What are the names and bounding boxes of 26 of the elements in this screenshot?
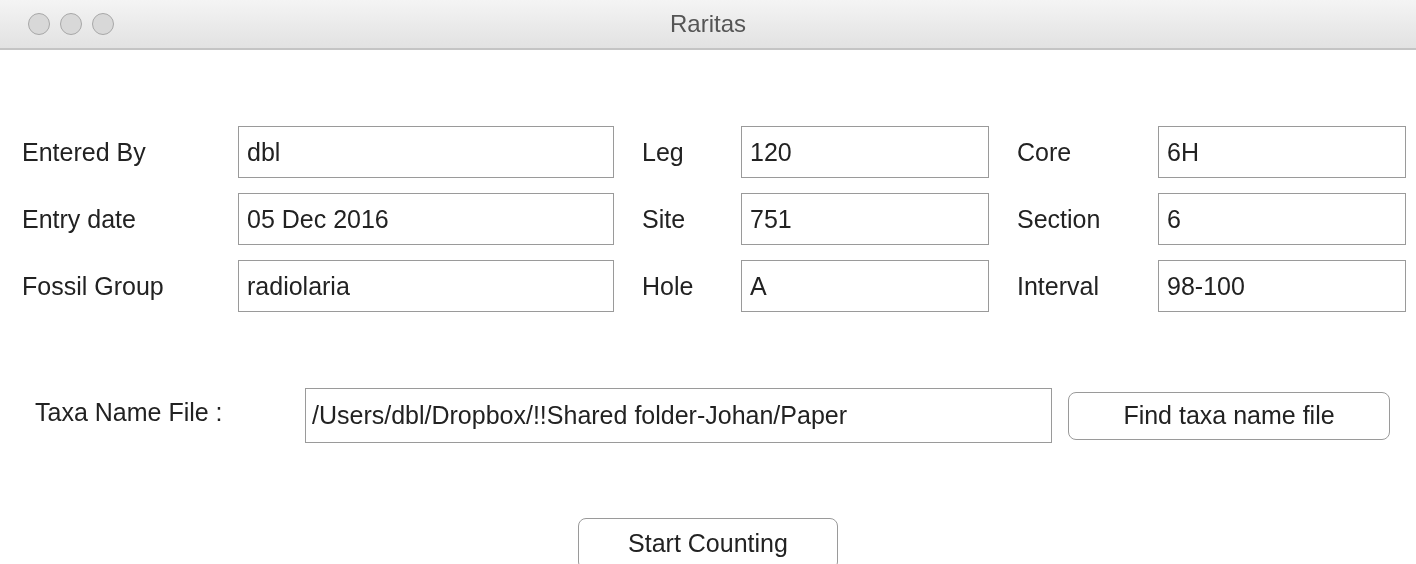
window-title: Raritas	[670, 9, 746, 39]
text-field[interactable]: 751	[741, 193, 989, 245]
text-field[interactable]: 6	[1158, 193, 1406, 245]
text-field[interactable]: 05 Dec 2016	[238, 193, 614, 245]
window-control-icon[interactable]	[92, 13, 114, 35]
text-field[interactable]: radiolaria	[238, 260, 614, 312]
text-field[interactable]: 98-100	[1158, 260, 1406, 312]
file-path-field[interactable]: /Users/dbl/Dropbox/!!Shared folder-Johan/Paper	[305, 388, 1052, 443]
field-label: Fossil Group	[22, 271, 164, 301]
text-field[interactable]: 6H	[1158, 126, 1406, 178]
field-label: Taxa Name File :	[35, 396, 224, 428]
text-field[interactable]: A	[741, 260, 989, 312]
field-label: Hole	[642, 271, 694, 301]
field-label: Entered By	[22, 137, 146, 167]
field-label: Section	[1017, 204, 1101, 234]
start-counting-button[interactable]: Start Counting	[578, 518, 838, 564]
text-field[interactable]: 120	[741, 126, 989, 178]
text-field[interactable]: dbl	[238, 126, 614, 178]
find-file-button[interactable]: Find taxa name file	[1068, 391, 1390, 440]
window-control-icon[interactable]	[60, 13, 82, 35]
field-label: Core	[1017, 137, 1072, 167]
field-label: Site	[642, 204, 686, 234]
field-label: Entry date	[22, 204, 136, 234]
window-control-icon[interactable]	[28, 13, 50, 35]
field-label: Leg	[642, 137, 684, 167]
field-label: Interval	[1017, 271, 1099, 301]
